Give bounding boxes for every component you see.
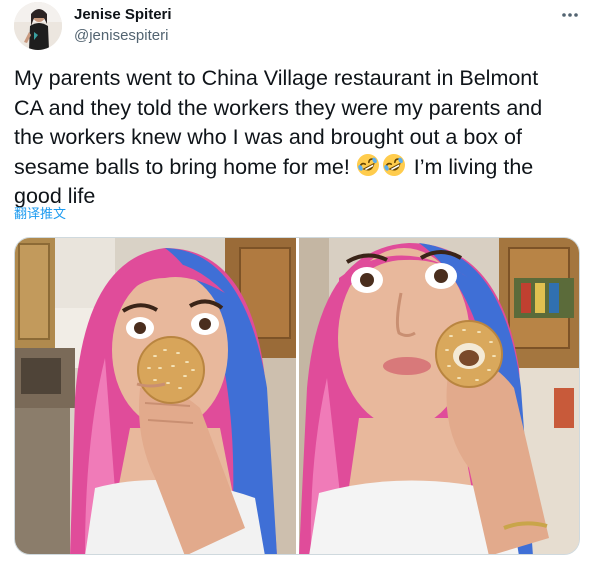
tweet-text-line: CA and they told the workers they were m… — [14, 95, 543, 120]
more-options-button[interactable] — [556, 4, 584, 26]
laughing-emoji-icon — [356, 153, 379, 176]
user-handle[interactable]: @jenisespiteri — [74, 27, 172, 45]
photo-1[interactable] — [15, 238, 296, 554]
tweet-text-line: good life — [14, 184, 96, 208]
author-info: Jenise Spiteri @jenisespiteri — [74, 6, 172, 45]
translate-tweet-link[interactable]: 翻译推文 — [14, 206, 66, 222]
photo-2-image — [299, 238, 579, 554]
media-grid — [14, 237, 580, 555]
avatar[interactable] — [14, 2, 62, 50]
tweet-text-line: sesame balls to bring home for me! — [14, 154, 356, 179]
tweet-text-line: I’m living the — [407, 154, 534, 179]
display-name[interactable]: Jenise Spiteri — [74, 6, 172, 24]
photo-1-image — [15, 238, 296, 554]
more-horizontal-icon — [562, 13, 578, 17]
avatar-image — [14, 2, 62, 50]
tweet: Jenise Spiteri @jenisespiteri My parents… — [0, 0, 596, 562]
laughing-emoji-icon — [382, 153, 405, 176]
tweet-text: My parents went to China Village restaur… — [14, 64, 586, 212]
tweet-text-line: My parents went to China Village restaur… — [14, 66, 539, 90]
tweet-text-line: the workers knew who I was and brought o… — [14, 125, 522, 149]
photo-2[interactable] — [299, 238, 579, 554]
